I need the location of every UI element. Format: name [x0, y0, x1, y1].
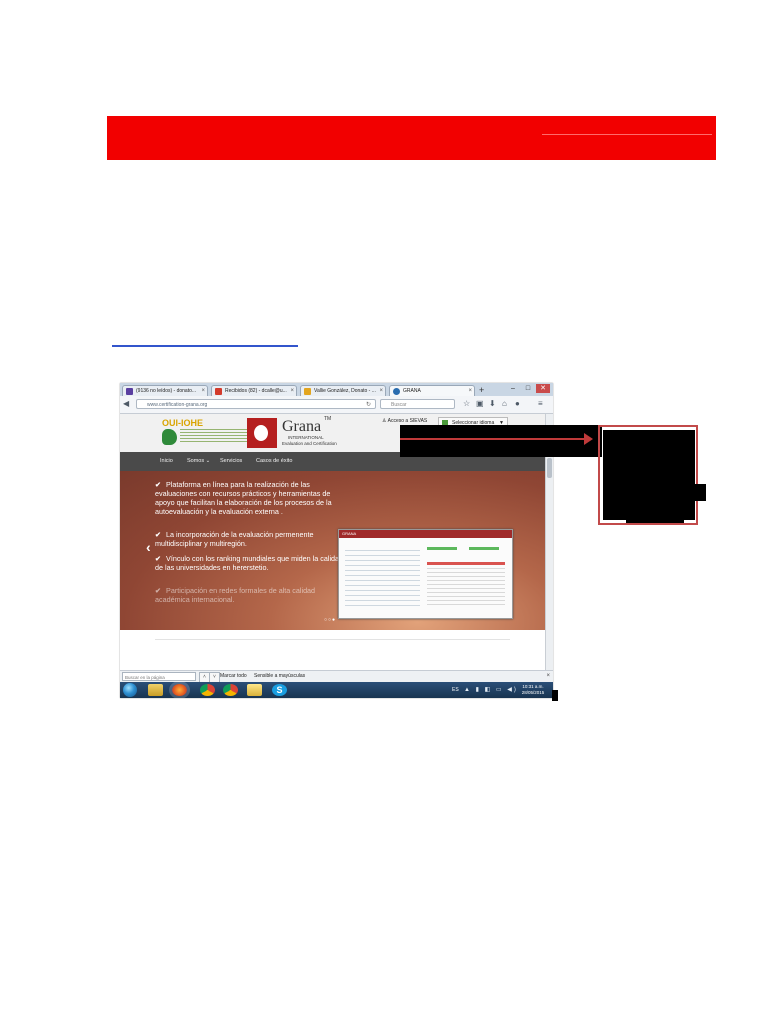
minimize-button[interactable]: –: [506, 384, 520, 393]
contact-icon: [304, 388, 311, 395]
close-window-button[interactable]: ✕: [536, 384, 550, 393]
carousel-dots[interactable]: ○○●: [324, 617, 336, 623]
search-input[interactable]: Buscar: [380, 399, 455, 409]
maximize-button[interactable]: □: [521, 384, 535, 393]
tab-close-icon[interactable]: ×: [468, 386, 472, 396]
menu-icon[interactable]: ≡: [538, 399, 543, 409]
oui-logo-subtext: [180, 429, 250, 443]
bookmark-star-icon[interactable]: ☆: [463, 399, 470, 409]
grana-brand-name: Grana: [282, 418, 322, 435]
tab-grana[interactable]: GRANA ×: [389, 385, 475, 396]
annotation-black-bar: [400, 425, 602, 457]
new-tab-button[interactable]: +: [479, 385, 484, 395]
nav-casos-de-exito[interactable]: Casos de éxito: [256, 452, 292, 471]
home-icon[interactable]: ⌂: [502, 399, 507, 409]
nav-servicios[interactable]: Servicios: [220, 452, 242, 471]
reload-icon[interactable]: ↻: [366, 400, 371, 410]
redacted-callout-tab: [690, 484, 706, 501]
chrome-icon[interactable]: [223, 684, 238, 696]
skype-icon[interactable]: S: [272, 684, 287, 696]
mark-all-button[interactable]: Marcar todo: [220, 671, 247, 682]
sievas-link[interactable]: ♙ Acceso a SIEVAS: [382, 418, 427, 424]
tab-close-icon[interactable]: ×: [201, 386, 205, 396]
firefox-icon[interactable]: [172, 684, 187, 696]
oui-logo[interactable]: OUI-IOHE: [162, 418, 203, 428]
grana-logo-icon[interactable]: [247, 418, 277, 448]
slide-screenshot-image: GRANA: [338, 529, 513, 619]
chrome-icon[interactable]: [200, 684, 215, 696]
annotation-arrow: [400, 438, 586, 440]
find-close-icon[interactable]: ×: [546, 671, 550, 682]
hyperlink-underline[interactable]: [112, 345, 298, 347]
stray-mark: [552, 690, 558, 701]
hero-bullet: ✔ Vínculo con los ranking mundiales que m…: [155, 554, 344, 572]
tab-contact[interactable]: Vallie González, Donato - ... ×: [300, 385, 386, 396]
red-banner: [107, 116, 716, 160]
checkmark-icon: ✔: [155, 586, 162, 595]
carousel-prev-icon[interactable]: ‹: [146, 539, 151, 555]
brand-international: INTERNATIONAL: [288, 435, 324, 440]
match-case-toggle[interactable]: Sensible a mayúsculas: [254, 671, 305, 682]
nav-inicio[interactable]: Inicio: [160, 452, 173, 471]
url-bar[interactable]: www.certification-grana.org ↻: [136, 399, 376, 409]
trademark-mark: TM: [324, 416, 332, 422]
redacted-callout-notch: [626, 517, 684, 523]
mail-icon: [126, 388, 133, 395]
file-explorer-icon[interactable]: [148, 684, 163, 696]
grana-favicon-icon: [393, 388, 400, 395]
download-icon[interactable]: ⬇: [489, 399, 496, 409]
system-tray-icons[interactable]: ▲ ▮ ◧ ▭ ◀): [464, 682, 518, 698]
back-icon[interactable]: ◀: [123, 399, 129, 409]
tab-close-icon[interactable]: ×: [379, 386, 383, 396]
nav-somos[interactable]: Somos ⌄: [187, 452, 210, 471]
brand-tagline: Evaluation and Certification: [282, 441, 337, 446]
hero-carousel: ✔ Plataforma en línea para la realización…: [120, 471, 545, 630]
navigation-bar: ◀ www.certification-grana.org ↻ Buscar ☆…: [120, 396, 553, 414]
redacted-callout: [603, 430, 695, 520]
windows-taskbar: S ES ▲ ▮ ◧ ▭ ◀) 10:31 a.m. 28/05/2015: [120, 682, 553, 698]
gmail-icon: [215, 388, 222, 395]
checkmark-icon: ✔: [155, 530, 162, 539]
americas-map-icon: [162, 429, 177, 445]
page-content-area: [120, 630, 545, 670]
checkmark-icon: ✔: [155, 554, 162, 563]
checkmark-icon: ✔: [155, 480, 162, 489]
tab-close-icon[interactable]: ×: [290, 386, 294, 396]
hero-bullet: ✔ La incorporación de la evaluación perme…: [155, 530, 314, 548]
hero-bullet: ✔ Plataforma en línea para la realización…: [155, 480, 332, 516]
arrow-right-icon: [584, 433, 593, 445]
scrollbar-thumb[interactable]: [547, 458, 552, 478]
chat-icon[interactable]: ●: [515, 399, 520, 409]
tab-mail-2[interactable]: Recibidos (82) - dcalle@u... ×: [211, 385, 297, 396]
clipboard-icon[interactable]: ▣: [476, 399, 484, 409]
start-button[interactable]: [123, 683, 137, 697]
tab-mail-1[interactable]: (9136 no leídos) - donato... ×: [122, 385, 208, 396]
find-input[interactable]: Buscar en la página: [122, 672, 196, 681]
language-indicator[interactable]: ES: [452, 682, 459, 698]
tab-bar: (9136 no leídos) - donato... × Recibidos…: [120, 383, 553, 396]
clock[interactable]: 10:31 a.m. 28/05/2015: [518, 684, 548, 696]
folder-icon[interactable]: [247, 684, 262, 696]
hero-bullet: ✔ Participación en redes formales de alta…: [155, 586, 316, 604]
